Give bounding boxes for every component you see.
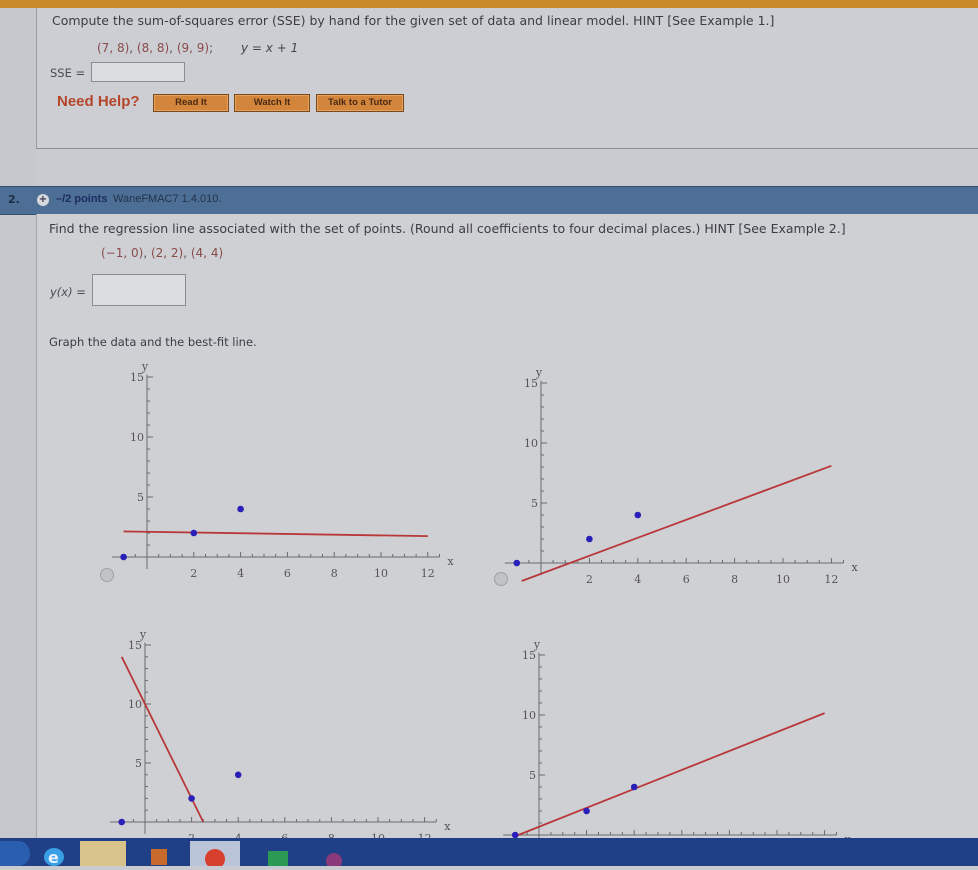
graph-option-a: 2 4 6 8 10 1251015xy [111,360,455,580]
y-tick-label: 5 [531,497,538,510]
y-tick-label: 5 [137,491,144,504]
svg-text:e: e [48,848,59,866]
data-point-marker [118,818,125,826]
data-point-marker [513,559,521,567]
y-tick-label: 10 [524,437,538,450]
x-tick-label: 6 [683,573,690,586]
graph-option-b: 2 4 6 8 10 1251015xy [504,366,859,586]
data-point-marker [120,553,127,561]
y-tick-label: 10 [130,431,144,444]
radio-option-a[interactable] [100,568,114,582]
data-point-marker [634,511,642,519]
x-axis-label: x [448,555,455,568]
app-green-icon[interactable] [266,841,290,866]
x-axis-label: x [852,561,859,574]
x-axis-label: x [444,820,451,833]
windows-taskbar: e [0,838,978,869]
y-tick-label: 10 [522,709,536,722]
y-tick-label: 5 [135,757,142,770]
data-point-marker [190,529,198,537]
x-tick-label: 12 [824,573,838,586]
x-tick-label: 8 [731,573,738,586]
x-tick-label: 2 [190,567,197,580]
chrome-icon[interactable] [190,841,240,869]
y-tick-label: 10 [128,698,142,711]
x-tick-label: 4 [237,567,244,580]
start-button[interactable] [0,841,30,866]
y-axis-label: y [141,360,149,373]
internet-explorer-icon[interactable]: e [36,841,72,867]
data-point-marker [237,505,244,513]
x-tick-label: 4 [634,573,641,586]
best-fit-line [123,530,428,538]
y-tick-label: 5 [529,769,536,782]
graph-option-d: 2468101251015xy [503,638,852,858]
graph-options: 2468101251015xy 2468101251015xy 24681012… [110,360,859,858]
radio-option-b[interactable] [494,572,508,586]
data-point-marker [188,795,195,802]
media-player-icon[interactable] [146,841,172,866]
app-purple-icon[interactable] [322,841,346,869]
data-point-marker [586,535,593,543]
x-tick-label: 8 [331,567,338,580]
best-fit-line [514,712,825,838]
data-point-marker [583,807,590,815]
x-tick-label: 6 [284,567,291,580]
x-tick-label: 12 [421,567,435,580]
data-point-marker [234,771,242,779]
graph-option-c: 2468101251015xy [110,628,451,845]
best-fit-line [521,464,832,582]
data-point-marker [630,783,638,791]
x-tick-label: 10 [374,567,388,580]
x-tick-label: 10 [776,573,790,586]
y-axis-label: y [535,366,543,379]
file-explorer-icon[interactable] [80,841,126,866]
y-axis-label: y [139,628,147,641]
x-tick-label: 2 [586,573,593,586]
y-axis-label: y [533,638,541,651]
